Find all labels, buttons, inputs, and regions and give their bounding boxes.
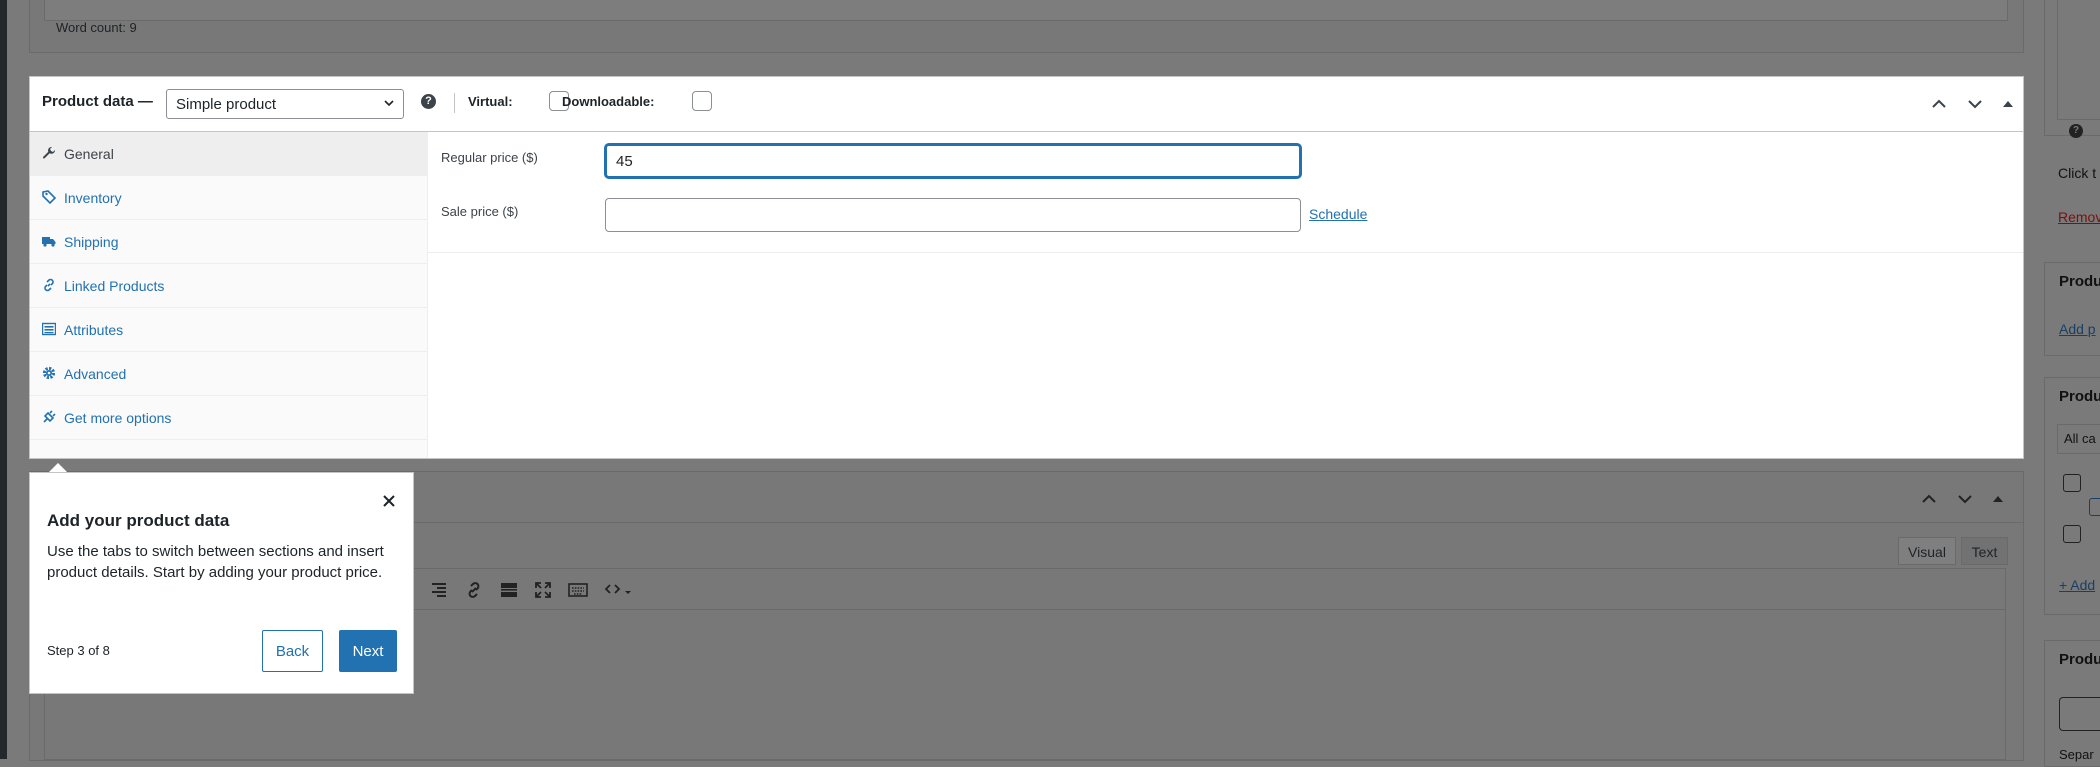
add-category-link[interactable]: + Add xyxy=(2059,577,2095,593)
divider xyxy=(454,93,455,113)
truck-icon xyxy=(42,237,56,247)
next-button[interactable]: Next xyxy=(339,630,397,672)
product-data-title: Product data — xyxy=(42,93,153,110)
tab-label: Attributes xyxy=(64,322,124,338)
link-icon[interactable] xyxy=(464,580,484,600)
category-checkbox[interactable] xyxy=(2063,525,2081,543)
category-tabs: All ca xyxy=(2057,424,2100,454)
tab-text[interactable]: Text xyxy=(1961,537,2008,565)
sidebar-panel-gallery: Produ Add p xyxy=(2044,262,2100,356)
tag-input[interactable] xyxy=(2059,697,2100,731)
separator-hint: Separ xyxy=(2059,747,2094,762)
tour-step: Step 3 of 8 xyxy=(47,643,110,658)
content-editor-footer: Word count: 9 xyxy=(29,0,2024,53)
product-data-header: Product data — Simple product ? Virtual:… xyxy=(30,77,2023,132)
sale-price-label: Sale price ($) xyxy=(441,204,519,219)
move-up-icon[interactable] xyxy=(1919,489,1939,509)
sidebar-panel-categories: Produ All ca + Add xyxy=(2044,377,2100,615)
tab-label: Inventory xyxy=(64,190,122,206)
fullscreen-icon[interactable] xyxy=(533,580,553,600)
regular-price-label: Regular price ($) xyxy=(441,150,538,165)
tab-attributes[interactable]: Attributes xyxy=(30,308,427,352)
tour-popover: Add your product data Use the tabs to sw… xyxy=(29,472,414,694)
tab-advanced[interactable]: Advanced xyxy=(30,352,427,396)
chevron-down-icon xyxy=(384,100,394,107)
list-icon xyxy=(42,322,56,336)
category-checkbox[interactable] xyxy=(2063,474,2081,492)
product-type-select[interactable]: Simple product xyxy=(166,89,404,119)
tab-label: Shipping xyxy=(64,234,119,250)
image-box xyxy=(2057,0,2100,120)
help-icon[interactable]: ? xyxy=(2069,124,2083,138)
move-up-icon[interactable] xyxy=(1929,94,1949,114)
sidebar-panel-image xyxy=(2044,0,2100,136)
tab-label: General xyxy=(64,146,114,162)
move-down-icon[interactable] xyxy=(1955,489,1975,509)
admin-sidebar-edge xyxy=(0,0,7,759)
collapse-toggle-icon[interactable] xyxy=(1998,94,2018,114)
tab-visual[interactable]: Visual xyxy=(1898,537,1956,565)
tab-general[interactable]: General xyxy=(30,132,427,176)
word-count: Word count: 9 xyxy=(56,20,137,35)
tab-label: Linked Products xyxy=(64,278,165,294)
remove-link[interactable]: Remov xyxy=(2058,209,2100,225)
product-data-tabs: General Inventory Shipping Linked Produc… xyxy=(30,132,428,458)
align-right-icon[interactable] xyxy=(429,580,449,600)
sidebar-panel-tags: Produ Separ xyxy=(2044,640,2100,767)
all-categories-tab[interactable]: All ca xyxy=(2064,431,2096,446)
tab-label: Advanced xyxy=(64,366,127,382)
general-fields: Regular price ($) Sale price ($) Schedul… xyxy=(427,132,2023,253)
editor-area xyxy=(44,0,2008,21)
collapse-toggle-icon[interactable] xyxy=(1988,489,2008,509)
link-icon xyxy=(44,278,54,292)
panel-title: Produ xyxy=(2059,273,2100,290)
help-icon[interactable]: ? xyxy=(421,94,436,109)
add-gallery-link[interactable]: Add p xyxy=(2059,321,2096,337)
keyboard-icon[interactable] xyxy=(568,580,588,600)
tour-title: Add your product data xyxy=(47,511,230,530)
read-more-icon[interactable] xyxy=(499,580,519,600)
panel-title: Produ xyxy=(2059,651,2100,668)
tab-label: Get more options xyxy=(64,410,172,426)
downloadable-label: Downloadable: xyxy=(562,94,655,109)
gear-icon xyxy=(42,366,56,380)
virtual-label: Virtual: xyxy=(468,94,513,109)
category-checkbox[interactable] xyxy=(2089,498,2100,516)
product-type-value: Simple product xyxy=(176,96,277,113)
sale-price-input[interactable] xyxy=(605,198,1301,232)
wrench-icon xyxy=(43,147,56,159)
downloadable-checkbox[interactable] xyxy=(692,91,712,111)
schedule-link[interactable]: Schedule xyxy=(1309,206,1367,222)
tab-inventory[interactable]: Inventory xyxy=(30,176,427,220)
tour-body: Use the tabs to switch between sections … xyxy=(47,543,384,581)
tab-get-more-options[interactable]: Get more options xyxy=(30,396,427,440)
tab-linked-products[interactable]: Linked Products xyxy=(30,264,427,308)
plugin-icon xyxy=(43,410,56,423)
panel-title: Produ xyxy=(2059,388,2100,405)
tab-shipping[interactable]: Shipping xyxy=(30,220,427,264)
regular-price-input[interactable] xyxy=(605,144,1301,178)
code-dropdown-icon[interactable] xyxy=(604,580,634,600)
click-text: Click t xyxy=(2058,165,2097,181)
move-down-icon[interactable] xyxy=(1965,94,1985,114)
back-button[interactable]: Back xyxy=(262,630,323,672)
close-icon[interactable] xyxy=(381,493,397,509)
tag-icon xyxy=(42,190,56,204)
product-data-panel: Product data — Simple product ? Virtual:… xyxy=(29,76,2024,459)
